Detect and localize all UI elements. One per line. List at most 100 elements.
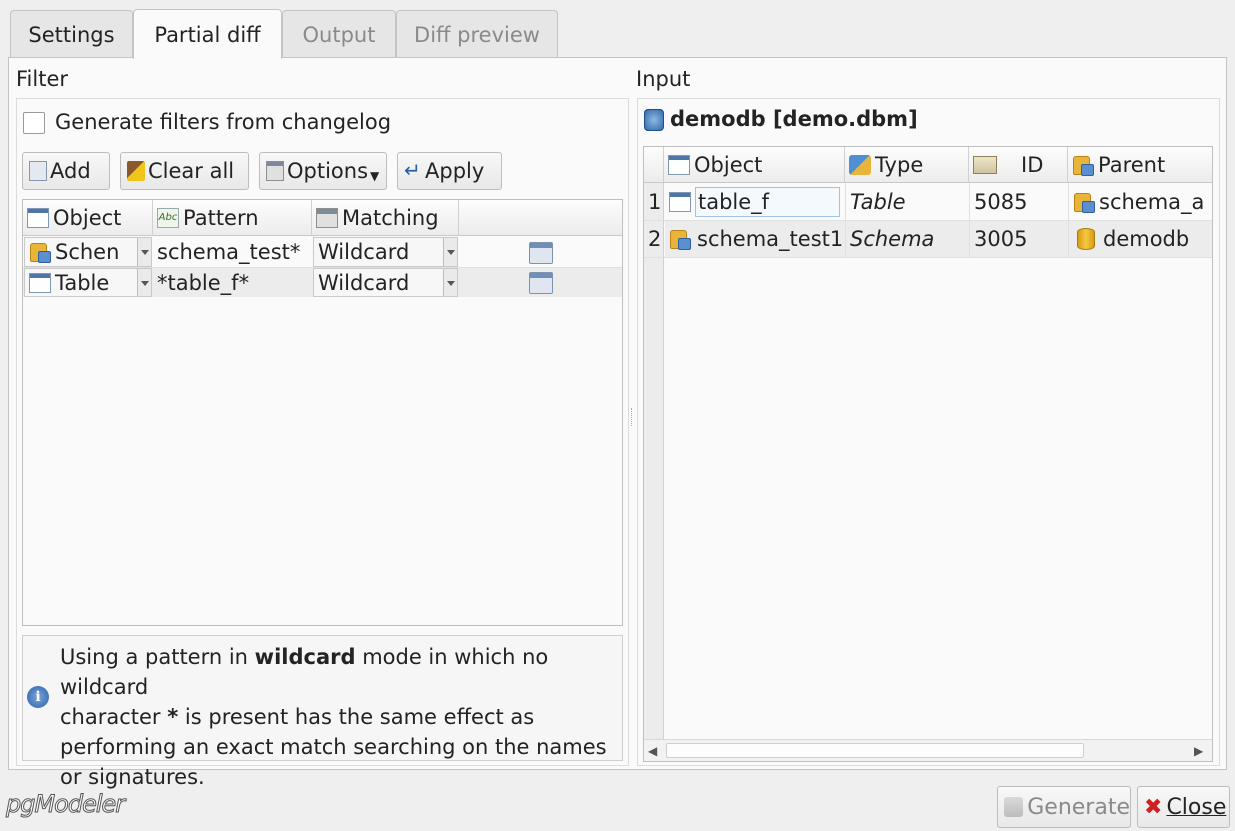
- add-icon: [29, 161, 47, 181]
- options-button[interactable]: Options ▼: [259, 152, 387, 190]
- header-matching-label: Matching: [342, 205, 439, 230]
- pgmodeler-logo: pgModeler: [5, 790, 125, 819]
- scrollbar-thumb[interactable]: [666, 743, 1084, 758]
- broom-icon: [127, 161, 145, 181]
- input-row2-id-value: 3005: [974, 227, 1028, 251]
- input-header-object[interactable]: Object: [664, 147, 845, 183]
- input-header-id[interactable]: ID: [969, 147, 1068, 183]
- row1-matching-select[interactable]: Wildcard: [313, 237, 458, 267]
- input-header-object-label: Object: [694, 152, 763, 177]
- tab-output[interactable]: Output: [282, 10, 396, 58]
- generate-button[interactable]: Generate: [997, 786, 1131, 828]
- input-header-type[interactable]: Type: [845, 147, 969, 183]
- id-card-icon: [973, 155, 997, 174]
- matching-icon: [316, 207, 338, 228]
- info-line2-pre: character: [60, 705, 168, 729]
- info-bold-star: *: [167, 705, 179, 729]
- row2-object-select[interactable]: Table: [24, 268, 152, 297]
- input-row2-number[interactable]: 2: [644, 221, 664, 257]
- close-label: Close: [1166, 794, 1227, 820]
- input-header-id-label: ID: [1021, 152, 1044, 177]
- filter-header-actions: [459, 200, 622, 236]
- options-label: Options: [287, 159, 369, 183]
- filter-title: Filter: [16, 67, 69, 91]
- input-header-parent[interactable]: Parent: [1068, 147, 1212, 183]
- table-icon: [668, 154, 690, 175]
- apply-button[interactable]: ↵ Apply: [397, 152, 502, 190]
- apply-icon: ↵: [404, 158, 421, 182]
- tab-settings-label: Settings: [28, 22, 115, 47]
- row1-object-value: Schen: [55, 240, 120, 264]
- type-icon: [849, 154, 871, 175]
- input-header-parent-label: Parent: [1098, 152, 1166, 177]
- info-line-2: character * is present has the same effe…: [60, 702, 622, 732]
- chevron-down-icon: [443, 238, 457, 266]
- header-object-label: Object: [53, 205, 122, 230]
- generate-from-changelog-checkbox[interactable]: [23, 112, 45, 134]
- input-row1-number[interactable]: 1: [644, 183, 664, 220]
- tab-diff-preview[interactable]: Diff preview: [396, 10, 558, 58]
- splitter-handle[interactable]: [631, 408, 634, 426]
- generate-label: Generate: [1027, 794, 1130, 820]
- filter-header-matching[interactable]: Matching: [312, 200, 459, 236]
- info-line-3: performing an exact match searching on t…: [60, 735, 607, 759]
- schema-icon: [1072, 154, 1094, 176]
- row1-pattern-cell[interactable]: schema_test*: [153, 237, 312, 267]
- schema-icon: [669, 228, 691, 250]
- generate-from-changelog-label: Generate filters from changelog: [55, 110, 392, 134]
- add-button[interactable]: Add: [22, 152, 110, 190]
- row2-matching-value: Wildcard: [318, 270, 410, 295]
- row1-pattern-value: schema_test*: [157, 240, 301, 264]
- horizontal-scrollbar[interactable]: ◀ ▶: [644, 739, 1212, 761]
- input-row1-parent-value: schema_a: [1099, 189, 1205, 214]
- clear-all-label: Clear all: [148, 159, 235, 183]
- table-icon: [29, 272, 51, 293]
- filter-header-pattern[interactable]: Abc Pattern: [153, 200, 312, 236]
- schema-icon: [29, 241, 51, 263]
- input-row1-id-value: 5085: [974, 189, 1028, 214]
- remove-row1-icon[interactable]: [529, 242, 553, 264]
- input-row2-parent[interactable]: demodb: [1068, 221, 1212, 257]
- input-row2-id[interactable]: 3005: [969, 221, 1068, 257]
- tab-partial-diff-label: Partial diff: [154, 22, 261, 47]
- row2-object-value: Table: [55, 270, 110, 295]
- clear-all-button[interactable]: Clear all: [120, 152, 249, 190]
- apply-label: Apply: [425, 159, 485, 183]
- input-row1-id[interactable]: 5085: [969, 183, 1068, 220]
- info-text: Using a pattern in wildcard mode in whic…: [60, 642, 622, 792]
- input-row2-object[interactable]: schema_test1: [665, 221, 845, 257]
- input-row1-object[interactable]: table_f: [665, 183, 845, 220]
- wildcard-info-box: i Using a pattern in wildcard mode in wh…: [22, 635, 623, 789]
- scroll-left-icon[interactable]: ◀: [648, 744, 657, 758]
- info-line2-post: is present has the same effect as: [178, 705, 535, 729]
- close-button[interactable]: ✖ Close: [1137, 786, 1230, 828]
- input-row1-parent[interactable]: schema_a: [1068, 183, 1212, 220]
- row2-matching-select[interactable]: Wildcard: [313, 268, 458, 297]
- input-objects-table: Object Type ID Parent 1 table_f Table 50…: [643, 146, 1213, 762]
- info-pre: Using a pattern in: [60, 645, 255, 669]
- row2-pattern-cell[interactable]: *table_f*: [153, 268, 312, 297]
- filter-table: Object Abc Pattern Matching Schen schema…: [22, 199, 623, 626]
- chevron-down-icon: ▼: [370, 169, 380, 183]
- tab-settings[interactable]: Settings: [10, 10, 133, 58]
- header-pattern-label: Pattern: [183, 205, 259, 230]
- input-row2-type[interactable]: Schema: [845, 221, 969, 257]
- table-icon: [27, 207, 49, 228]
- tab-output-label: Output: [302, 22, 376, 47]
- info-bold-wildcard: wildcard: [254, 645, 356, 669]
- chevron-down-icon: [137, 269, 151, 296]
- text-abc-icon: Abc: [157, 207, 179, 228]
- generate-icon: [1004, 797, 1024, 817]
- tab-partial-diff[interactable]: Partial diff: [133, 9, 282, 59]
- add-button-label: Add: [50, 159, 91, 183]
- input-row1-object-value: table_f: [695, 186, 841, 217]
- input-row1-type[interactable]: Table: [845, 183, 969, 220]
- input-header-type-label: Type: [875, 152, 924, 177]
- input-title: Input: [636, 67, 691, 91]
- row1-object-select[interactable]: Schen: [24, 237, 152, 267]
- input-row2-type-value: Schema: [850, 227, 935, 251]
- options-icon: [266, 161, 284, 181]
- filter-header-object[interactable]: Object: [23, 200, 153, 236]
- scroll-right-icon[interactable]: ▶: [1194, 744, 1203, 758]
- remove-row2-icon[interactable]: [529, 272, 553, 294]
